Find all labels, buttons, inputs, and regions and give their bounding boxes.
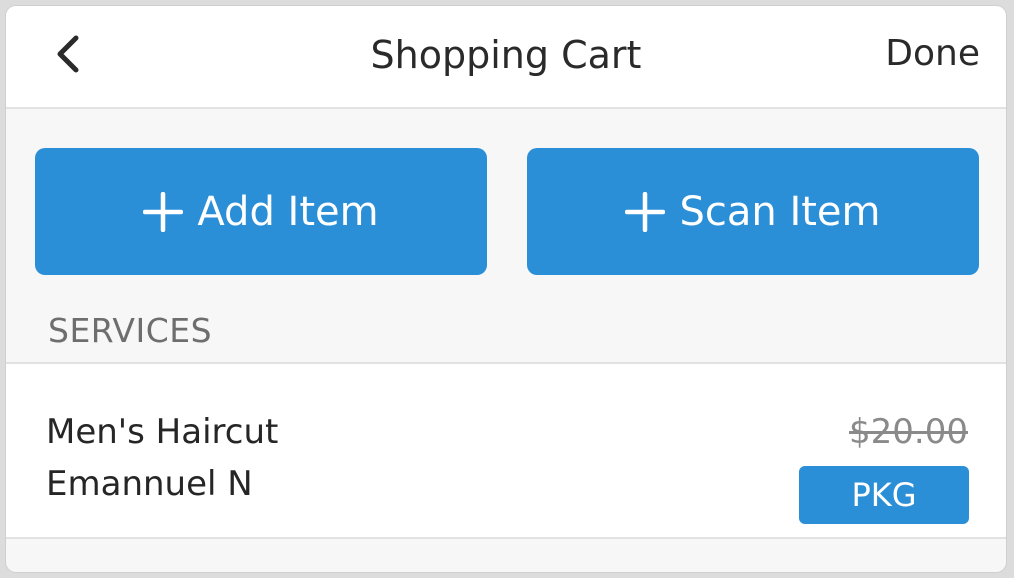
done-button[interactable]: Done bbox=[885, 6, 980, 102]
item-staff: Emannuel N bbox=[46, 464, 253, 504]
item-name: Men's Haircut bbox=[46, 412, 279, 452]
cart-item-row[interactable]: Men's Haircut Emannuel N $20.00 PKG bbox=[6, 362, 1006, 539]
chevron-left-icon bbox=[57, 35, 79, 73]
back-button[interactable] bbox=[46, 32, 90, 76]
add-item-button[interactable]: Add Item bbox=[35, 148, 487, 275]
navigation-bar: Shopping Cart Done bbox=[6, 6, 1006, 109]
section-header-services: SERVICES bbox=[48, 311, 213, 350]
package-badge: PKG bbox=[799, 466, 969, 524]
add-item-label: Add Item bbox=[197, 188, 379, 235]
page-title: Shopping Cart bbox=[370, 33, 642, 77]
plus-icon bbox=[143, 191, 184, 232]
app-window: Shopping Cart Done Add Item Scan Item SE… bbox=[6, 6, 1006, 572]
plus-icon bbox=[625, 191, 666, 232]
item-original-price: $20.00 bbox=[849, 412, 968, 452]
scan-item-button[interactable]: Scan Item bbox=[527, 148, 979, 275]
scan-item-label: Scan Item bbox=[679, 188, 881, 235]
